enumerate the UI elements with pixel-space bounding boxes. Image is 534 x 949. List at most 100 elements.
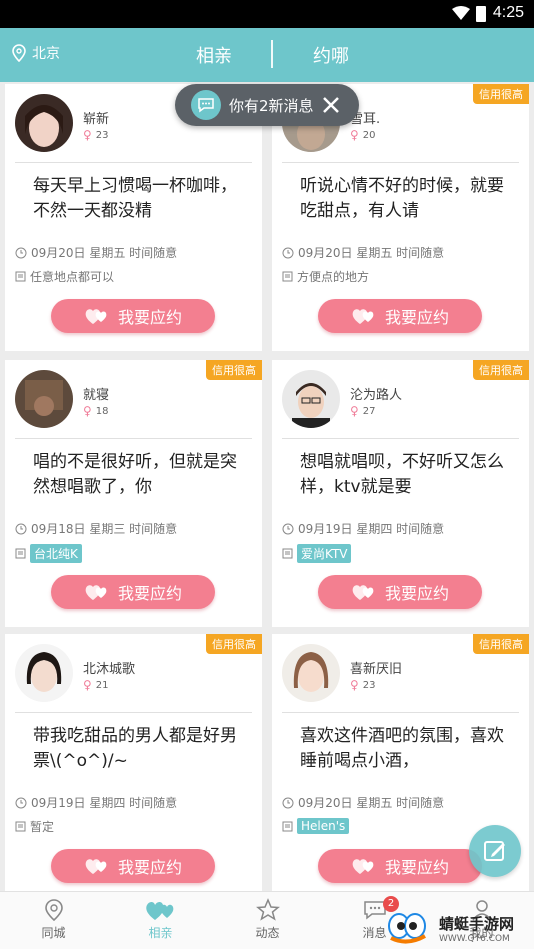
status-time: 4:25: [492, 4, 524, 21]
location-label: 北京: [32, 46, 60, 62]
place-icon: [15, 548, 26, 559]
compose-button[interactable]: [469, 825, 521, 877]
status-bar: 4:25: [0, 0, 534, 28]
avatar[interactable]: [15, 644, 73, 702]
toast-text: 你有2新消息: [229, 96, 314, 115]
user-name: 沦为路人: [350, 388, 403, 403]
accept-date-button[interactable]: 我要应约: [51, 575, 215, 609]
credit-badge: 信用很高: [206, 360, 262, 380]
divider: [282, 712, 519, 713]
accept-date-button[interactable]: 我要应约: [318, 299, 482, 333]
close-icon[interactable]: [322, 96, 340, 114]
date-time: 09月20日 星期五 时间随意: [15, 244, 177, 261]
avatar[interactable]: [15, 370, 73, 428]
user-name: 北沐城歌: [83, 662, 136, 677]
star-icon: [255, 898, 280, 921]
date-place-tag: 爱尚KTV: [297, 544, 352, 563]
nav-xiangqin[interactable]: 相亲: [107, 892, 214, 949]
divider: [282, 438, 519, 439]
divider: [282, 162, 519, 163]
date-place-tag: Helen's: [297, 818, 350, 834]
age-value: 20: [362, 129, 376, 141]
date-card[interactable]: 信用很高 沦为路人 ♀ 27 想唱就唱呗，不好听又怎么样，ktv就是要 09月19…: [272, 360, 529, 627]
hearts-icon: [352, 859, 374, 874]
place-icon: [282, 271, 293, 282]
watermark-title: 蜻蜓手游网: [439, 914, 515, 933]
age-value: 23: [95, 129, 109, 141]
credit-badge: 信用很高: [473, 360, 529, 380]
divider: [15, 162, 252, 163]
user-age: ♀ 23: [350, 678, 376, 692]
user-age: ♀ 21: [83, 678, 109, 692]
date-card[interactable]: 信用很高 就寝 ♀ 18 唱的不是很好听，但就是突然想唱歌了，你 09月18日 星…: [5, 360, 262, 627]
accept-date-button[interactable]: 我要应约: [318, 849, 482, 883]
date-place: 任意地点都可以: [15, 268, 114, 285]
new-message-toast[interactable]: 你有2新消息: [175, 84, 359, 126]
hearts-icon: [85, 309, 107, 324]
avatar[interactable]: [282, 370, 340, 428]
watermark-url: WWW.QT6.COM: [439, 933, 510, 944]
battery-icon: [476, 6, 486, 22]
date-time-text: 09月20日 星期五 时间随意: [298, 246, 445, 260]
user-name: 喜新厌旧: [350, 662, 403, 677]
date-time-text: 09月19日 星期四 时间随意: [31, 796, 178, 810]
date-place: 暂定: [15, 818, 54, 835]
date-time: 09月18日 星期三 时间随意: [15, 520, 177, 537]
date-time: 09月19日 星期四 时间随意: [282, 520, 444, 537]
credit-badge: 信用很高: [473, 634, 529, 654]
date-place-text: 任意地点都可以: [30, 270, 115, 284]
nav-label: 动态: [255, 926, 280, 940]
date-place: 方便点的地方: [282, 268, 369, 285]
clock-icon: [15, 247, 27, 258]
hearts-icon: [85, 585, 107, 600]
age-value: 27: [362, 405, 376, 417]
female-icon: ♀: [350, 128, 359, 142]
accept-label: 我要应约: [117, 308, 182, 327]
accept-date-button[interactable]: 我要应约: [318, 575, 482, 609]
nav-tongcheng[interactable]: 同城: [0, 892, 107, 949]
divider: [15, 438, 252, 439]
credit-badge: 信用很高: [206, 634, 262, 654]
nav-label: 同城: [41, 926, 66, 940]
hearts-icon: [352, 309, 374, 324]
tab-yuena[interactable]: 约哪: [313, 42, 349, 68]
accept-label: 我要应约: [117, 584, 182, 603]
female-icon: ♀: [350, 678, 359, 692]
location-selector[interactable]: 北京: [12, 43, 60, 63]
hearts-icon: [85, 859, 107, 874]
avatar[interactable]: [282, 644, 340, 702]
place-icon: [15, 821, 26, 832]
place-icon: [282, 548, 293, 559]
date-time-text: 09月20日 星期五 时间随意: [298, 796, 445, 810]
female-icon: ♀: [83, 128, 92, 142]
tab-separator: [271, 40, 273, 68]
clock-icon: [282, 797, 294, 808]
clock-icon: [15, 523, 27, 534]
accept-label: 我要应约: [384, 308, 449, 327]
place-icon: [15, 271, 26, 282]
date-place: 台北纯K: [15, 544, 82, 563]
tab-xiangqin[interactable]: 相亲: [196, 42, 232, 68]
date-content: 带我吃甜品的男人都是好男票\(^o^)/~: [33, 726, 237, 771]
accept-label: 我要应约: [384, 584, 449, 603]
date-content: 听说心情不好的时候，就要吃甜点，有人请: [300, 176, 504, 221]
female-icon: ♀: [350, 404, 359, 418]
user-name: 就寝: [83, 388, 110, 403]
nav-label: 相亲: [148, 926, 173, 940]
age-value: 23: [362, 679, 376, 691]
accept-date-button[interactable]: 我要应约: [51, 849, 215, 883]
accept-date-button[interactable]: 我要应约: [51, 299, 215, 333]
date-card[interactable]: 信用很高 北沐城歌 ♀ 21 带我吃甜品的男人都是好男票\(^o^)/~ 09月1…: [5, 634, 262, 901]
age-value: 18: [95, 405, 109, 417]
user-age: ♀ 18: [83, 404, 109, 418]
date-place-text: 方便点的地方: [297, 270, 370, 284]
date-time-text: 09月20日 星期五 时间随意: [31, 246, 178, 260]
avatar[interactable]: [15, 94, 73, 152]
nav-dongtai[interactable]: 动态: [214, 892, 321, 949]
watermark: 蜻蜓手游网 WWW.QT6.COM: [385, 907, 534, 949]
date-content: 想唱就唱呗，不好听又怎么样，ktv就是要: [300, 452, 504, 497]
dragonfly-logo-icon: [388, 913, 426, 944]
hearts-icon: [145, 902, 173, 920]
date-time: 09月20日 星期五 时间随意: [282, 244, 444, 261]
date-place: 爱尚KTV: [282, 544, 352, 563]
